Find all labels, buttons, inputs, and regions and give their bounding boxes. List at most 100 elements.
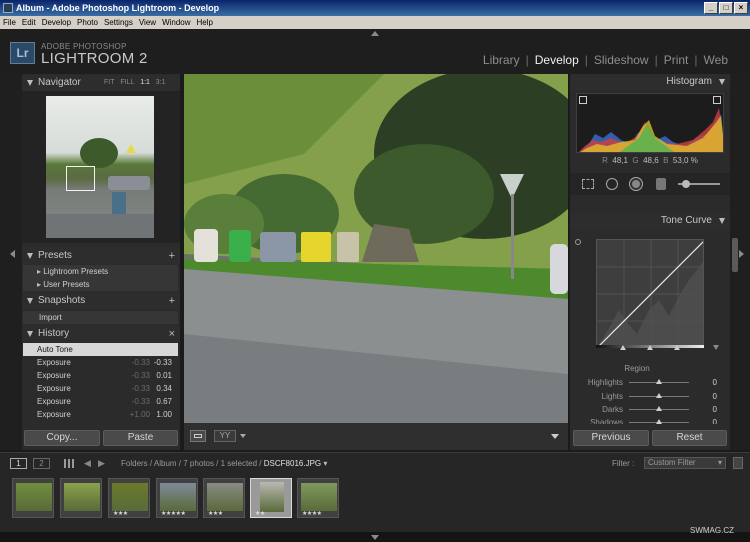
- slider-value[interactable]: 0: [713, 403, 717, 416]
- history-delta: +1.00: [129, 410, 150, 419]
- zoom-3-1[interactable]: 3:1: [156, 79, 166, 86]
- menu-window[interactable]: Window: [159, 16, 193, 29]
- spot-removal-icon[interactable]: [606, 178, 618, 190]
- history-item[interactable]: Exposure -0.33 0.34: [23, 382, 178, 395]
- collapse-bottom-arrow-icon[interactable]: [371, 535, 379, 540]
- menu-photo[interactable]: Photo: [74, 16, 101, 29]
- close-button[interactable]: ×: [734, 2, 748, 14]
- split-point-handle[interactable]: [674, 345, 680, 350]
- menu-settings[interactable]: Settings: [101, 16, 136, 29]
- filmstrip-thumbnail[interactable]: ★★★★: [297, 478, 339, 518]
- back-arrow-icon[interactable]: ◀: [84, 458, 91, 469]
- history-header[interactable]: History ×: [22, 326, 180, 342]
- collapse-right-arrow-icon[interactable]: [739, 250, 744, 258]
- menu-view[interactable]: View: [136, 16, 159, 29]
- previous-button[interactable]: Previous: [573, 430, 649, 446]
- slider-label: Lights: [601, 392, 623, 401]
- preset-folder-label: User Presets: [43, 280, 90, 289]
- preset-folder-user[interactable]: ▸ User Presets: [23, 278, 178, 291]
- region-darks-slider[interactable]: Darks 0: [575, 403, 725, 416]
- snapshot-item[interactable]: Import: [23, 311, 178, 324]
- add-snapshot-icon[interactable]: +: [169, 293, 175, 309]
- slider-value[interactable]: 0: [713, 416, 717, 424]
- region-lights-slider[interactable]: Lights 0: [575, 390, 725, 403]
- graduated-filter-icon[interactable]: [656, 178, 666, 190]
- histogram-header[interactable]: Histogram: [570, 74, 730, 90]
- filter-select[interactable]: Custom Filter ▾: [644, 457, 726, 469]
- split-point-handle[interactable]: [620, 345, 626, 350]
- shadow-clipping-icon[interactable]: [579, 96, 587, 104]
- crop-overlay-icon[interactable]: [582, 179, 594, 189]
- module-develop[interactable]: Develop: [535, 53, 579, 67]
- highlight-clipping-icon[interactable]: [713, 96, 721, 104]
- filmstrip-thumbnail[interactable]: [60, 478, 102, 518]
- menu-edit[interactable]: Edit: [19, 16, 39, 29]
- rating-stars[interactable]: ★★★: [113, 510, 128, 517]
- rating-stars[interactable]: ★★★: [208, 510, 223, 517]
- chevron-down-icon[interactable]: [240, 434, 246, 438]
- navigator-zoom-frame[interactable]: [66, 166, 95, 191]
- history-item-selected[interactable]: Auto Tone: [23, 343, 178, 356]
- rating-stars[interactable]: ★★★★★: [161, 510, 186, 517]
- zoom-fit[interactable]: FIT: [104, 79, 115, 86]
- split-point-handle[interactable]: [647, 345, 653, 350]
- rating-stars[interactable]: ★★: [255, 510, 265, 517]
- history-item[interactable]: Exposure -0.33 0.67: [23, 395, 178, 408]
- filmstrip-source[interactable]: Folders / Album / 7 photos / 1 selected …: [121, 459, 327, 468]
- minimize-button[interactable]: _: [704, 2, 718, 14]
- snapshots-header[interactable]: Snapshots +: [22, 293, 180, 309]
- history-item[interactable]: Exposure +1.00 1.00: [23, 408, 178, 421]
- loupe-view-icon[interactable]: [190, 430, 206, 442]
- menu-develop[interactable]: Develop: [39, 16, 74, 29]
- target-adjustment-icon[interactable]: [575, 239, 581, 245]
- history-item[interactable]: Exposure -0.33 0.01: [23, 369, 178, 382]
- zoom-1-1[interactable]: 1:1: [140, 79, 150, 86]
- right-panel-scrollbar[interactable]: [732, 238, 738, 272]
- paste-settings-button[interactable]: Paste: [103, 430, 178, 446]
- collapse-left-arrow-icon[interactable]: [10, 250, 15, 258]
- point-curve-toggle-icon[interactable]: [713, 345, 719, 350]
- maximize-button[interactable]: □: [719, 2, 733, 14]
- region-shadows-slider[interactable]: Shadows 0: [575, 416, 725, 424]
- navigator-header[interactable]: Navigator FIT FILL 1:1 3:1: [22, 75, 180, 91]
- primary-window-button[interactable]: 1: [10, 458, 27, 469]
- module-print[interactable]: Print: [664, 53, 689, 67]
- navigator-thumbnail[interactable]: [46, 96, 154, 238]
- zoom-fill[interactable]: FILL: [120, 79, 134, 86]
- filmstrip-thumbnail[interactable]: ★★★★★: [156, 478, 198, 518]
- preset-folder-lightroom[interactable]: ▸ Lightroom Presets: [23, 265, 178, 278]
- tone-curve-header[interactable]: Tone Curve: [570, 213, 730, 229]
- menu-file[interactable]: File: [0, 16, 19, 29]
- red-eye-icon[interactable]: [630, 178, 642, 190]
- presets-header[interactable]: Presets +: [22, 248, 180, 264]
- copy-settings-button[interactable]: Copy...: [24, 430, 100, 446]
- toolbar-menu-arrow-icon[interactable]: [551, 434, 559, 439]
- region-highlights-slider[interactable]: Highlights 0: [575, 376, 725, 389]
- filmstrip-thumbnail[interactable]: ★★★: [108, 478, 150, 518]
- clear-history-icon[interactable]: ×: [169, 326, 175, 342]
- add-preset-icon[interactable]: +: [169, 248, 175, 264]
- histogram-graph[interactable]: [576, 93, 724, 153]
- module-slideshow[interactable]: Slideshow: [594, 53, 649, 67]
- secondary-window-button[interactable]: 2: [33, 458, 50, 469]
- grid-view-icon[interactable]: [64, 459, 74, 468]
- history-item[interactable]: Exposure -0.33 -0.33: [23, 356, 178, 369]
- filmstrip-thumbnail[interactable]: [12, 478, 54, 518]
- module-web[interactable]: Web: [704, 53, 728, 67]
- filter-lock-icon[interactable]: [733, 457, 743, 469]
- forward-arrow-icon[interactable]: ▶: [98, 458, 105, 469]
- history-title: History: [38, 328, 70, 339]
- menu-help[interactable]: Help: [194, 16, 216, 29]
- slider-value[interactable]: 0: [713, 390, 717, 403]
- module-library[interactable]: Library: [483, 53, 520, 67]
- filmstrip-thumbnail[interactable]: ★★: [250, 478, 292, 518]
- collapse-top-arrow-icon[interactable]: [371, 31, 379, 36]
- slider-value[interactable]: 0: [713, 376, 717, 389]
- rating-stars[interactable]: ★★★★: [302, 510, 322, 517]
- filmstrip-thumbnail[interactable]: ★★★: [203, 478, 245, 518]
- history-value: 1.00: [156, 410, 172, 419]
- main-photo-view[interactable]: [184, 74, 568, 423]
- reset-button[interactable]: Reset: [652, 430, 727, 446]
- before-after-view-button[interactable]: YY: [214, 430, 236, 442]
- tone-curve-graph[interactable]: [596, 239, 704, 347]
